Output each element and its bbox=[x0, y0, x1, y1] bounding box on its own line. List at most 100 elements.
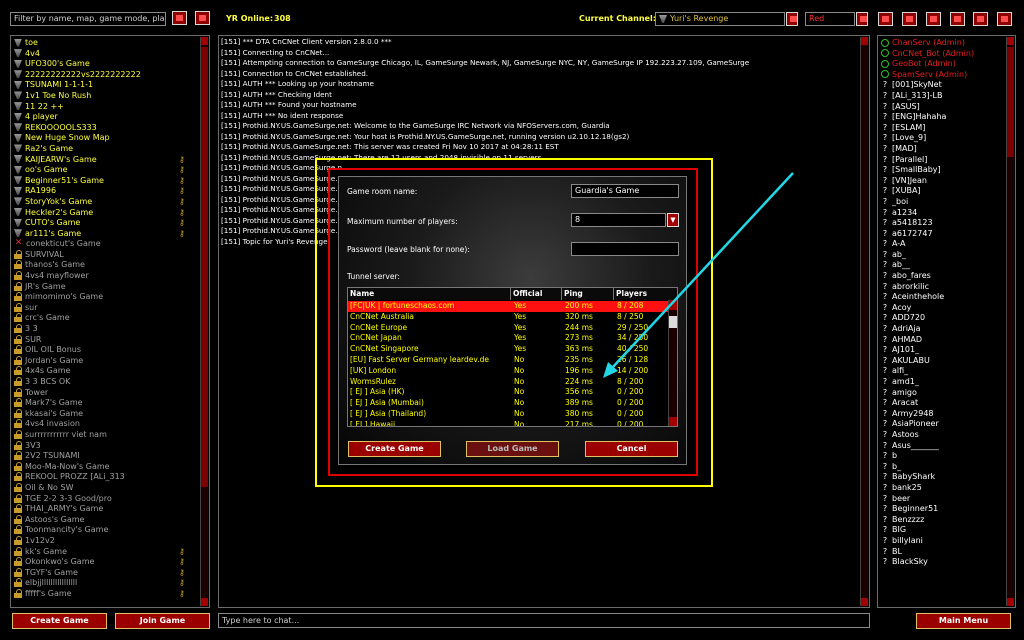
game-list-item[interactable]: 4 player bbox=[14, 112, 201, 123]
tunnel-server-row[interactable]: CnCNet Europe Yes 244 ms 29 / 250 bbox=[348, 323, 670, 334]
game-list-item[interactable]: oo's Game ⚷ bbox=[14, 165, 201, 176]
user-list-item[interactable]: ? alfi_ bbox=[881, 366, 1007, 377]
toolbar-icon-5[interactable] bbox=[973, 12, 988, 26]
user-list-item[interactable]: ? abrorkilic bbox=[881, 282, 1007, 293]
user-list-item[interactable]: ? Army2948 bbox=[881, 409, 1007, 420]
user-list-item[interactable]: ? beer bbox=[881, 494, 1007, 505]
tunnel-server-row[interactable]: [FC|UK | fortuneschaos.com Yes 200 ms 8 / 2… bbox=[348, 301, 670, 312]
game-list-item[interactable]: ar111's Game ⚷ bbox=[14, 229, 201, 240]
game-list-item[interactable]: 2V2 TSUNAMI bbox=[14, 451, 201, 462]
user-list-item[interactable]: ? b_ bbox=[881, 462, 1007, 473]
sort-icon[interactable] bbox=[195, 11, 210, 25]
user-list-item[interactable]: ? Benzzzz bbox=[881, 515, 1007, 526]
refresh-icon[interactable] bbox=[172, 11, 187, 25]
game-list-item[interactable]: Toonmancity's Game bbox=[14, 525, 201, 536]
user-list-item[interactable]: ? amd1_ bbox=[881, 377, 1007, 388]
user-list-item[interactable]: ? BlackSky bbox=[881, 557, 1007, 568]
user-list-item[interactable]: ? ab_ bbox=[881, 250, 1007, 261]
game-list-item[interactable]: 1v12v2 bbox=[14, 535, 201, 547]
game-list-scrollbar[interactable] bbox=[200, 37, 208, 606]
game-list-item[interactable]: toe bbox=[14, 38, 201, 49]
game-list-item[interactable]: THAI_ARMY's Game bbox=[14, 504, 201, 515]
user-list-item[interactable]: ChanServ (Admin) bbox=[881, 38, 1007, 49]
tunnel-server-row[interactable]: [ EJ ] Asia (HK) No 356 ms 0 / 200 bbox=[348, 387, 670, 398]
max-players-dropdown[interactable]: 8 bbox=[571, 213, 666, 227]
dialog-load-game-button[interactable]: Load Game bbox=[466, 441, 559, 457]
user-list-scrollbar[interactable] bbox=[1006, 37, 1014, 606]
password-input[interactable] bbox=[571, 242, 679, 256]
user-list-item[interactable]: ? AHMAD bbox=[881, 335, 1007, 346]
user-list-item[interactable]: ? amigo bbox=[881, 388, 1007, 399]
tunnel-server-row[interactable]: CnCNet Japan Yes 273 ms 34 / 250 bbox=[348, 333, 670, 344]
user-list-item[interactable]: ? Acoy bbox=[881, 303, 1007, 314]
user-list-item[interactable]: ? [SmallBaby] bbox=[881, 165, 1007, 176]
tunnel-server-row[interactable]: [EU] Fast Server Germany leardev.de No 235… bbox=[348, 355, 670, 366]
game-list-item[interactable]: Moo-Ma-Now's Game bbox=[14, 461, 201, 473]
user-list-item[interactable]: ? billylani bbox=[881, 536, 1007, 547]
game-list-item[interactable]: surrrrrrrrrrr viet nam bbox=[14, 429, 201, 441]
game-list-item[interactable]: Beginner51's Game ⚷ bbox=[14, 176, 201, 187]
tunnel-server-row[interactable]: [UK] London No 196 ms 14 / 200 bbox=[348, 366, 670, 377]
game-list-item[interactable]: JR's Game bbox=[14, 281, 201, 293]
user-list-item[interactable]: ? [ASUS] bbox=[881, 102, 1007, 113]
tunnel-server-row[interactable]: CnCNet Australia Yes 320 ms 8 / 250 bbox=[348, 312, 670, 323]
user-list-item[interactable]: ? Asus_______ bbox=[881, 441, 1007, 452]
user-list-item[interactable]: ? [XUBA] bbox=[881, 186, 1007, 197]
toolbar-icon-6[interactable] bbox=[997, 12, 1012, 26]
game-list-item[interactable]: Mark7's Game bbox=[14, 398, 201, 409]
game-list-item[interactable]: thanos's Game bbox=[14, 260, 201, 271]
user-list-item[interactable]: GeoBot (Admin) bbox=[881, 59, 1007, 70]
game-list-item[interactable]: Jordan's Game bbox=[14, 355, 201, 367]
user-list-item[interactable]: ? ADD720 bbox=[881, 313, 1007, 324]
game-list[interactable]: toe 4v4 UFO300's Game 22222222222vs22222222… bbox=[10, 35, 210, 608]
game-list-item[interactable]: 11 22 ++ bbox=[14, 102, 201, 113]
dialog-cancel-button[interactable]: Cancel bbox=[585, 441, 678, 457]
max-players-arrow-icon[interactable]: ▼ bbox=[667, 213, 679, 227]
chat-input[interactable]: Type here to chat... bbox=[218, 613, 870, 628]
user-list-item[interactable]: ? BL bbox=[881, 547, 1007, 558]
game-list-item[interactable]: 3V3 bbox=[14, 440, 201, 452]
user-list-item[interactable]: ? [Love_9] bbox=[881, 133, 1007, 144]
game-list-item[interactable]: RA1996 ⚷ bbox=[14, 186, 201, 197]
game-list-item[interactable]: Tower bbox=[14, 387, 201, 399]
user-list-item[interactable]: ? abo_fares bbox=[881, 271, 1007, 282]
user-list-item[interactable]: ? AdriAja bbox=[881, 324, 1007, 335]
game-list-item[interactable]: REKOOL PROZZ [ALi_313 bbox=[14, 472, 201, 483]
game-list-item[interactable]: 4v4 bbox=[14, 49, 201, 60]
user-list-item[interactable]: ? BIG bbox=[881, 525, 1007, 536]
user-list-item[interactable]: ? a6172747 bbox=[881, 229, 1007, 240]
col-header-official[interactable]: Official bbox=[511, 288, 562, 300]
game-list-item[interactable]: 1v1 Toe No Rush bbox=[14, 91, 201, 102]
game-list-item[interactable]: fffff's Game ⚷ bbox=[14, 588, 201, 600]
user-list-item[interactable]: ? AKULABU bbox=[881, 356, 1007, 367]
user-list-item[interactable]: ? [MAD] bbox=[881, 144, 1007, 155]
user-list-item[interactable]: ? _boi bbox=[881, 197, 1007, 208]
user-list-item[interactable]: ? [001]SkyNet bbox=[881, 80, 1007, 91]
color-dropdown[interactable]: Red bbox=[805, 12, 855, 26]
game-list-item[interactable]: 4vs4 mayflower bbox=[14, 271, 201, 282]
room-name-input[interactable]: Guardia's Game bbox=[571, 184, 679, 198]
tunnel-server-row[interactable]: [ EJ ] Asia (Thailand) No 380 ms 0 / 200 bbox=[348, 409, 670, 420]
user-list-item[interactable]: ? Aracat bbox=[881, 398, 1007, 409]
toolbar-icon-2[interactable] bbox=[902, 12, 917, 26]
game-list-item[interactable]: UFO300's Game bbox=[14, 59, 201, 70]
game-list-item[interactable]: OIL OIL Bonus bbox=[14, 345, 201, 356]
game-list-item[interactable]: TSUNAMI 1-1-1-1 bbox=[14, 80, 201, 91]
game-list-item[interactable]: kk's Game ⚷ bbox=[14, 546, 201, 558]
user-list-item[interactable]: ? a1234 bbox=[881, 208, 1007, 219]
col-header-name[interactable]: Name bbox=[348, 288, 511, 300]
game-list-item[interactable]: Oil & No SW bbox=[14, 482, 201, 494]
game-list-item[interactable]: SURVIVAL bbox=[14, 249, 201, 261]
chat-scrollbar[interactable] bbox=[860, 37, 868, 606]
tunnel-server-row[interactable]: [ EJ ] Asia (Mumbai) No 389 ms 0 / 200 bbox=[348, 398, 670, 409]
main-menu-button[interactable]: Main Menu bbox=[916, 613, 1011, 629]
user-list-item[interactable]: ? AsiaPioneer bbox=[881, 419, 1007, 430]
channel-dropdown[interactable]: Yuri's Revenge bbox=[655, 12, 785, 26]
game-list-item[interactable]: CUTO's Game ⚷ bbox=[14, 218, 201, 229]
game-list-item[interactable]: 4vs4 invasion bbox=[14, 419, 201, 430]
toolbar-icon-3[interactable] bbox=[926, 12, 941, 26]
user-list[interactable]: ChanServ (Admin) CnCNet_Bot (Admin) GeoBot… bbox=[877, 35, 1016, 608]
game-list-item[interactable]: Heckler2's Game ⚷ bbox=[14, 208, 201, 219]
game-list-item[interactable]: StoryYok's Game ⚷ bbox=[14, 197, 201, 208]
channel-dropdown-arrow-icon[interactable] bbox=[786, 12, 798, 26]
